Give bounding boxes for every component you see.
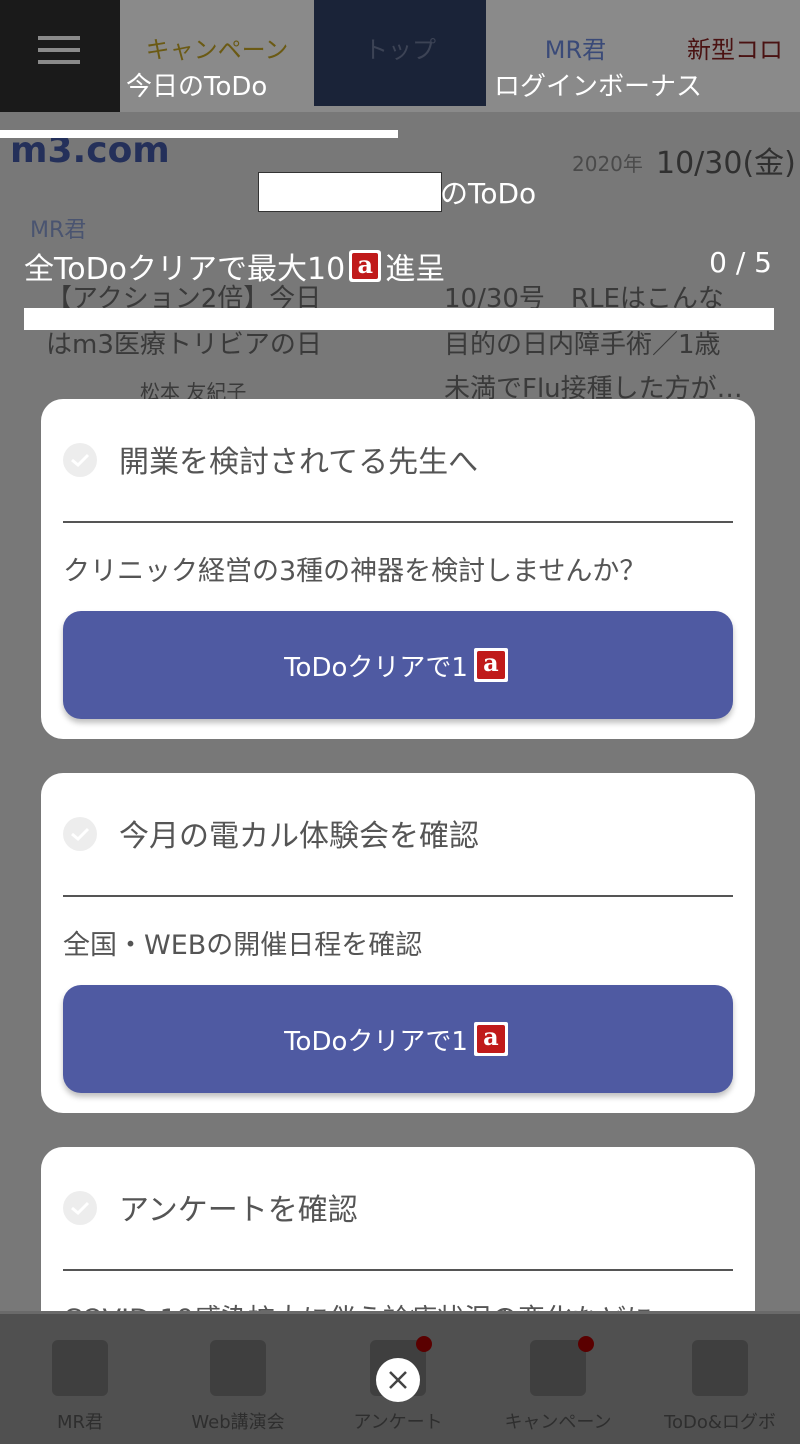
todo-card-description: COVID-19感染拡大に伴う診療状況の変化などに	[63, 1297, 653, 1311]
point-a-icon: a	[473, 648, 508, 682]
bottom-nav-todo[interactable]: ToDo&ログボ	[640, 1314, 800, 1444]
nav-tab-top[interactable]: トップ	[314, 0, 486, 106]
bottom-nav-label: キャンペーン	[504, 1412, 612, 1433]
point-a-icon: a	[349, 250, 382, 282]
card-divider	[63, 521, 733, 523]
check-icon[interactable]	[63, 443, 97, 477]
notification-dot	[416, 1336, 432, 1352]
card-divider	[63, 1269, 733, 1271]
point-a-glyph: a	[352, 253, 379, 279]
todo-note-icon	[692, 1340, 748, 1396]
check-icon[interactable]	[63, 817, 97, 851]
progress-bar-track	[24, 308, 774, 330]
redacted-username	[258, 172, 442, 212]
tab-todays-todo[interactable]: 今日のToDo	[126, 66, 267, 103]
todo-card: 今月の電カル体験会を確認 全国・WEBの開催日程を確認 ToDoクリアで1 a	[41, 773, 755, 1113]
bottom-nav-mr[interactable]: MR君	[0, 1314, 160, 1444]
point-a-glyph: a	[476, 651, 505, 679]
notification-dot	[578, 1336, 594, 1352]
todo-card-title: アンケートを確認	[119, 1193, 358, 1228]
overlay-bottom-edge	[0, 1311, 800, 1314]
todo-card-description: 全国・WEBの開催日程を確認	[63, 930, 423, 961]
active-tab-indicator	[0, 130, 398, 138]
lecture-monitor-icon	[210, 1340, 266, 1396]
todo-card-title: 今月の電カル体験会を確認	[119, 819, 479, 854]
close-icon	[389, 1371, 407, 1389]
point-a-glyph: a	[476, 1025, 505, 1053]
tab-login-bonus[interactable]: ログインボーナス	[494, 66, 702, 103]
todo-card-description: クリニック経営の3種の神器を検討しませんか？	[63, 556, 647, 587]
bottom-nav-label: アンケート	[353, 1412, 443, 1433]
todo-card: アンケートを確認 COVID-19感染拡大に伴う診療状況の変化などに	[41, 1147, 755, 1311]
check-icon[interactable]	[63, 1191, 97, 1225]
card-divider	[63, 895, 733, 897]
todo-progress: 0 / 5	[709, 246, 772, 279]
todo-clear-label: ToDoクリアで1	[284, 652, 468, 683]
point-a-icon: a	[473, 1022, 508, 1056]
close-button[interactable]	[376, 1358, 420, 1402]
todo-clear-button[interactable]: ToDoクリアで1 a	[63, 611, 733, 719]
bottom-nav-label: ToDo&ログボ	[664, 1412, 776, 1433]
section-label: MR君	[30, 218, 87, 243]
mr-person-icon	[52, 1340, 108, 1396]
todo-card-title: 開業を検討されてる先生へ	[119, 445, 479, 480]
headline-suffix: 進呈	[385, 252, 446, 287]
headline-prefix: 全ToDoクリアで最大10	[24, 252, 346, 287]
date-year: 2020年	[572, 152, 643, 176]
todo-clear-button[interactable]: ToDoクリアで1 a	[63, 985, 733, 1093]
todo-clear-label: ToDoクリアで1	[284, 1026, 468, 1057]
gift-icon	[530, 1340, 586, 1396]
bottom-nav-label: MR君	[56, 1412, 104, 1433]
todo-owner-label: のToDo	[440, 177, 537, 210]
bottom-nav-campaign[interactable]: キャンペーン	[478, 1314, 638, 1444]
bottom-nav-web-lecture[interactable]: Web講演会	[158, 1314, 318, 1444]
bottom-nav-label: Web講演会	[191, 1412, 285, 1433]
menu-icon[interactable]	[0, 0, 120, 112]
date-day: 10/30(金)	[656, 146, 796, 181]
todo-headline: 全ToDoクリアで最大10 a 進呈	[24, 244, 445, 288]
todo-card: 開業を検討されてる先生へ クリニック経営の3種の神器を検討しませんか？ ToDo…	[41, 399, 755, 739]
